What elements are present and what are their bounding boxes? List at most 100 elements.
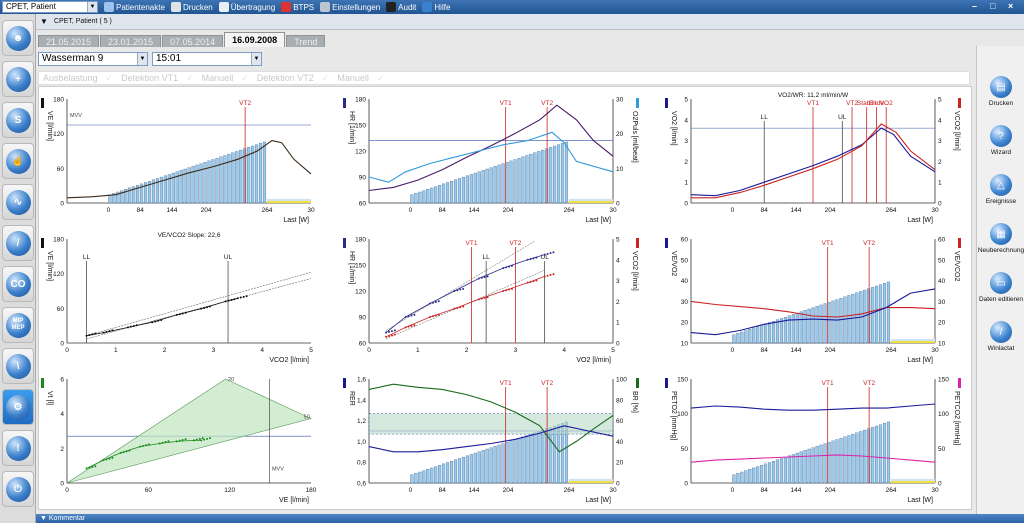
section-header[interactable]: ▼ CPET, Patient ( 5 ) — [36, 14, 1024, 30]
y2-tick-label: 20 — [616, 131, 624, 138]
patientenakte-icon — [104, 2, 114, 12]
patient-select[interactable]: CPET, Patient ▼ — [2, 1, 98, 13]
wizard-icon: ? — [990, 125, 1012, 147]
maximize-button[interactable]: □ — [990, 1, 995, 11]
y2-tick-label: 60 — [616, 418, 624, 425]
drucken-button[interactable]: Drucken — [170, 2, 213, 12]
load-bar — [461, 456, 465, 484]
patient-nav-button[interactable]: ☻ — [2, 20, 34, 56]
add-nav-button[interactable]: + — [2, 61, 34, 97]
hilfe-button-label: Hilfe — [434, 2, 451, 12]
load-bar — [744, 470, 748, 484]
marker-toggle-4[interactable]: Manuell — [337, 73, 369, 83]
threshold-label: VO2 — [880, 100, 893, 107]
minimize-button[interactable]: – — [972, 1, 977, 11]
y2-tick-label: 3 — [938, 138, 942, 145]
comment-label: Kommentar — [48, 515, 86, 522]
chart-1: VT1 VT2180150120906030201000 84 144 204 264 30… — [343, 97, 639, 224]
marker-row: Ausbelastung ✓ Detektion VT1 ✓ Manuell ✓ Detek… — [38, 71, 970, 85]
load-bar — [815, 446, 819, 484]
x-tick-label: 0 — [65, 347, 69, 354]
y2-tick-label: 30 — [616, 97, 624, 104]
y-tick-label: 1 — [684, 180, 688, 187]
y-tick-label: 120 — [355, 289, 366, 296]
tab-21-05-2015[interactable]: 21.05.2015 — [38, 35, 100, 47]
tab-07-05-2014[interactable]: 07.05.2014 — [162, 35, 224, 47]
marker-toggle-2[interactable]: Manuell — [202, 73, 234, 83]
hand-nav-button[interactable]: ☝ — [2, 143, 34, 179]
chart-title: VO2/WR: 11,2 ml/min/W — [778, 92, 849, 99]
annotation-label: MVV — [70, 113, 82, 119]
limit-label: LL — [483, 254, 491, 261]
y-tick-label: 0 — [60, 201, 64, 208]
load-bar — [410, 194, 414, 204]
load-bar — [847, 435, 851, 484]
chevron-down-icon[interactable]: ▼ — [137, 53, 147, 65]
lung-nav-button[interactable]: S — [2, 102, 34, 138]
y-tick-label: 90 — [359, 175, 367, 182]
load-bar — [449, 181, 454, 204]
x-tick-label: 264 — [886, 347, 897, 354]
power-nav-button[interactable]: ⏻ — [2, 471, 34, 507]
protocol-select[interactable]: Wasserman 9 ▼ — [38, 52, 148, 66]
threshold-label: VT2 — [541, 100, 553, 107]
wizard-action[interactable]: ? Wizard — [977, 125, 1024, 156]
load-bar — [867, 428, 871, 484]
tab-trend[interactable]: Trend — [286, 35, 326, 47]
hilfe-button[interactable]: Hilfe — [422, 2, 450, 12]
y-tick-label: 60 — [359, 341, 367, 348]
y-tick-label: 0,8 — [357, 460, 366, 467]
rer-zone — [368, 413, 614, 435]
patientenakte-button[interactable]: Patientenakte — [104, 2, 165, 12]
uebertragung-button[interactable]: Übertragung — [218, 2, 275, 12]
mip-mep-nav-button[interactable]: MIP MEP — [2, 307, 34, 343]
load-bar — [835, 439, 839, 484]
probe-nav-button[interactable]: \ — [2, 348, 34, 384]
marker-toggle-1[interactable]: Detektion VT1 — [121, 73, 178, 83]
einstellungen-button[interactable]: Einstellungen — [320, 2, 380, 12]
load-bar — [561, 143, 565, 204]
ereignisse-action[interactable]: △ Ereignisse — [977, 174, 1024, 205]
neuberechnung-action[interactable]: ▦ Neuberechnung — [977, 223, 1024, 254]
marker-toggle-3[interactable]: Detektion VT2 — [257, 73, 314, 83]
load-bar — [509, 160, 513, 204]
marker-toggle-0[interactable]: Ausbelastung — [43, 73, 98, 83]
load-bar — [764, 323, 768, 344]
data-point — [393, 333, 396, 336]
audit-button[interactable]: Audit — [386, 2, 416, 12]
y2-tick-label: 2 — [938, 159, 942, 166]
comment-bar[interactable]: ▼ Kommentar — [36, 514, 1024, 523]
y2-tick-label: 10 — [616, 166, 624, 173]
drucken-action[interactable]: ▤ Drucken — [977, 76, 1024, 107]
close-button[interactable]: × — [1008, 1, 1013, 11]
co-nav-button[interactable]: CO — [2, 266, 34, 302]
chevron-down-icon[interactable]: ▼ — [87, 2, 97, 12]
tab-16-09-2008[interactable]: 16.09.2008 — [224, 32, 286, 47]
tab-23-01-2015[interactable]: 23.01.2015 — [100, 35, 162, 47]
load-bar — [485, 168, 489, 204]
y-tick-label: 20 — [681, 320, 689, 327]
wave-nav-button[interactable]: ∿ — [2, 184, 34, 220]
lung-nav-icon: S — [5, 107, 31, 133]
load-bar — [779, 458, 783, 484]
info-nav-button[interactable]: ! — [2, 430, 34, 466]
neuberechnung-action-label: Neuberechnung — [977, 247, 1024, 254]
daten-action[interactable]: ▭ Daten editieren — [977, 272, 1024, 303]
x-tick-label: 120 — [224, 487, 235, 494]
x-tick-label: 144 — [790, 347, 801, 354]
collapse-icon[interactable]: ▼ — [40, 17, 48, 26]
pen-nav-button[interactable]: / — [2, 225, 34, 261]
collapse-icon[interactable]: ▼ — [40, 515, 47, 522]
load-bar — [875, 425, 879, 484]
load-bar — [525, 155, 529, 204]
y2-tick-label: 150 — [938, 377, 949, 384]
toolbar-items: Patientenakte Drucken Übertragung BTPS Einst… — [98, 2, 450, 12]
time-select[interactable]: 15:01 ▼ — [152, 52, 262, 66]
exercise-nav-button[interactable]: ⚙ — [2, 389, 34, 425]
load-bar — [886, 281, 891, 344]
btps-button[interactable]: BTPS — [281, 2, 314, 12]
chevron-down-icon[interactable]: ▼ — [251, 53, 261, 65]
winlactat-action[interactable]: / Winlactat — [977, 321, 1024, 352]
load-bar — [434, 466, 438, 484]
y-tick-label: 5 — [684, 97, 688, 104]
